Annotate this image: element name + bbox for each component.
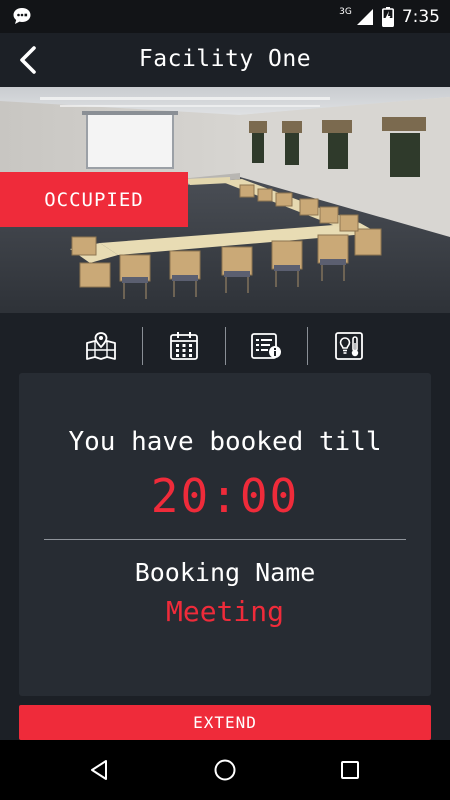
info-list-icon bbox=[251, 333, 282, 359]
signal-icon bbox=[356, 8, 373, 25]
nav-recents-icon bbox=[341, 761, 359, 779]
clock: 7:35 bbox=[401, 6, 440, 27]
nav-back-icon bbox=[91, 760, 107, 780]
map-location-icon bbox=[85, 332, 116, 360]
booking-end-time: 20:00 bbox=[150, 469, 300, 523]
tab-details[interactable] bbox=[226, 325, 308, 367]
card-divider bbox=[44, 539, 406, 540]
booking-name-label: Booking Name bbox=[134, 558, 316, 587]
extend-button[interactable]: EXTEND bbox=[19, 705, 431, 740]
tab-map[interactable] bbox=[60, 325, 142, 367]
occupancy-status-banner: OCCUPIED bbox=[0, 172, 188, 227]
nav-recents-button[interactable] bbox=[335, 755, 365, 785]
booking-name-value: Meeting bbox=[165, 595, 284, 628]
nav-home-button[interactable] bbox=[210, 755, 240, 785]
calendar-icon bbox=[169, 332, 198, 360]
tab-calendar[interactable] bbox=[143, 325, 225, 367]
battery-charging-icon bbox=[381, 6, 394, 27]
nav-back-button[interactable] bbox=[84, 755, 114, 785]
chat-notification-icon bbox=[13, 8, 31, 24]
system-nav-bar bbox=[0, 740, 450, 800]
page-title: Facility One bbox=[138, 46, 312, 72]
app-bar: Facility One bbox=[0, 33, 450, 87]
thermometer-light-icon bbox=[335, 332, 364, 360]
status-bar: 3G 7:35 bbox=[0, 0, 450, 33]
facility-tab-bar bbox=[60, 325, 390, 367]
network-type-label: 3G bbox=[339, 6, 352, 17]
nav-home-icon bbox=[214, 759, 236, 781]
booking-card: You have booked till 20:00 Booking Name … bbox=[19, 373, 431, 696]
tab-environment[interactable] bbox=[308, 325, 390, 367]
booking-lead-text: You have booked till bbox=[68, 427, 382, 457]
